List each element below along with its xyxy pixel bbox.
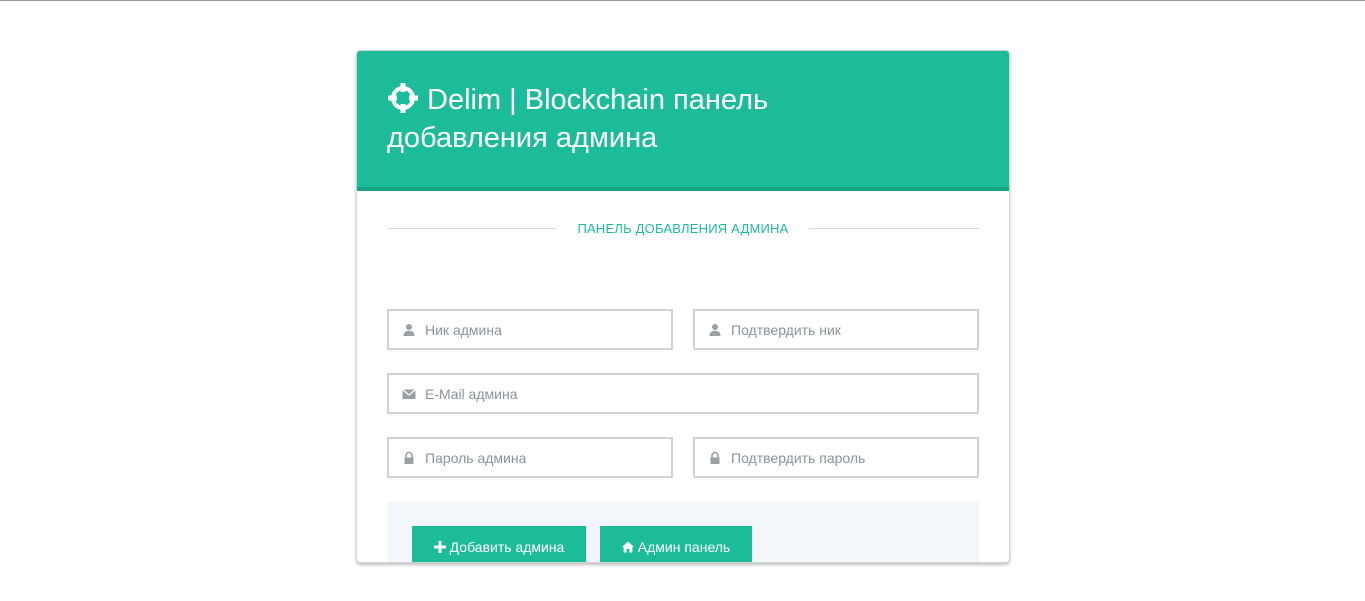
card-header: Delim | Blockchain панель добавления адм… xyxy=(357,51,1009,191)
crosshairs-icon xyxy=(388,83,418,113)
email-field[interactable] xyxy=(387,373,979,414)
user-icon xyxy=(403,324,415,336)
lock-icon xyxy=(404,451,414,464)
nick-confirm-field[interactable] xyxy=(693,309,979,350)
admin-panel-button[interactable]: Админ панель xyxy=(600,526,752,562)
admin-panel-label: Админ панель xyxy=(637,539,731,555)
page-title: Delim | Blockchain панель добавления адм… xyxy=(387,81,847,157)
add-admin-label: Добавить админа xyxy=(449,539,565,555)
top-border xyxy=(0,0,1365,1)
section-divider: ПАНЕЛЬ ДОБАВЛЕНИЯ АДМИНА xyxy=(387,219,979,239)
page-title-text: Delim | Blockchain панель добавления адм… xyxy=(387,84,769,154)
actions-bar: Добавить админа Админ панель xyxy=(387,501,979,562)
password-field[interactable] xyxy=(387,437,673,478)
password-confirm-field[interactable] xyxy=(693,437,979,478)
home-icon xyxy=(621,541,634,553)
envelope-icon xyxy=(402,389,416,399)
section-title: ПАНЕЛЬ ДОБАВЛЕНИЯ АДМИНА xyxy=(577,221,789,236)
nick-field[interactable] xyxy=(387,309,673,350)
admin-form-card: Delim | Blockchain панель добавления адм… xyxy=(356,50,1010,563)
plus-icon xyxy=(433,541,446,553)
password-input[interactable] xyxy=(425,439,661,476)
nick-input[interactable] xyxy=(425,311,661,348)
user-icon xyxy=(709,324,721,336)
nick-confirm-input[interactable] xyxy=(731,311,967,348)
lock-icon xyxy=(710,451,720,464)
divider-line-right xyxy=(809,228,979,229)
divider-line-left xyxy=(387,228,557,229)
password-confirm-input[interactable] xyxy=(731,439,967,476)
add-admin-button[interactable]: Добавить админа xyxy=(412,526,586,562)
email-input[interactable] xyxy=(425,375,967,412)
